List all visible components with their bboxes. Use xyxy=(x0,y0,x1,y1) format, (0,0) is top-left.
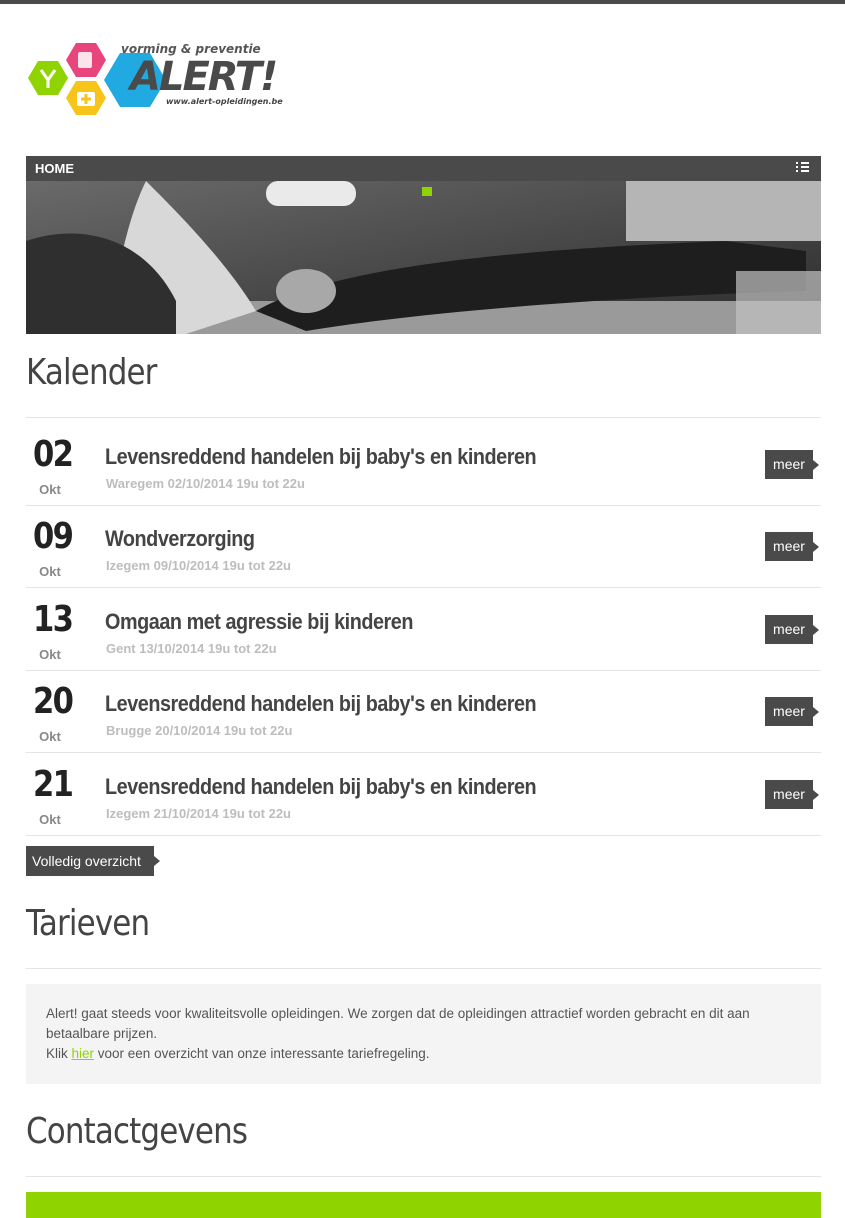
event-meta: Izegem 09/10/2014 19u tot 22u xyxy=(106,558,291,573)
calendar-event: 20 Okt Levensreddend handelen bij baby's… xyxy=(26,671,821,753)
alert-logo[interactable]: vorming & preventie ALERT! www.alert-opl… xyxy=(26,40,296,138)
nav-home-link[interactable]: HOME xyxy=(35,161,74,176)
meer-button[interactable]: meer xyxy=(765,780,819,809)
event-month: Okt xyxy=(39,812,61,827)
section-title-kalender: Kalender xyxy=(26,352,157,393)
tarieven-hier-link[interactable]: hier xyxy=(72,1046,95,1061)
event-meta: Izegem 21/10/2014 19u tot 22u xyxy=(106,806,291,821)
logo-wordmark: ALERT! xyxy=(130,54,278,100)
calendar-event: 02 Okt Levensreddend handelen bij baby's… xyxy=(26,424,821,506)
event-meta: Waregem 02/10/2014 19u tot 22u xyxy=(106,476,305,491)
event-meta: Gent 13/10/2014 19u tot 22u xyxy=(106,641,277,656)
hero-image xyxy=(26,181,821,334)
section-title-tarieven: Tarieven xyxy=(26,903,150,944)
event-month: Okt xyxy=(39,482,61,497)
calendar-event: 09 Okt Wondverzorging Izegem 09/10/2014 … xyxy=(26,506,821,588)
divider xyxy=(26,1176,821,1177)
meer-button[interactable]: meer xyxy=(765,450,819,479)
logo-url: www.alert-opleidingen.be xyxy=(166,97,283,106)
meer-button[interactable]: meer xyxy=(765,532,819,561)
event-meta: Brugge 20/10/2014 19u tot 22u xyxy=(106,723,293,738)
calendar-event: 21 Okt Levensreddend handelen bij baby's… xyxy=(26,754,821,836)
event-month: Okt xyxy=(39,647,61,662)
contact-green-bar xyxy=(26,1192,821,1218)
divider xyxy=(26,587,821,588)
main-nav: HOME xyxy=(26,156,821,181)
top-bar xyxy=(0,0,845,4)
slider-indicator[interactable] xyxy=(422,187,432,196)
hero-photo xyxy=(26,181,821,334)
event-day: 02 xyxy=(33,434,74,475)
event-title[interactable]: Wondverzorging xyxy=(105,526,255,552)
list-icon[interactable] xyxy=(796,162,809,173)
event-day: 13 xyxy=(33,599,74,640)
event-title[interactable]: Omgaan met agressie bij kinderen xyxy=(105,609,413,635)
tarieven-box: Alert! gaat steeds voor kwaliteitsvolle … xyxy=(26,984,821,1084)
event-title[interactable]: Levensreddend handelen bij baby's en kin… xyxy=(105,774,537,800)
divider xyxy=(26,417,821,418)
event-title[interactable]: Levensreddend handelen bij baby's en kin… xyxy=(105,691,537,717)
calendar-event: 13 Okt Omgaan met agressie bij kinderen … xyxy=(26,589,821,671)
tarieven-text: Alert! gaat steeds voor kwaliteitsvolle … xyxy=(46,1006,750,1041)
meer-button[interactable]: meer xyxy=(765,615,819,644)
event-month: Okt xyxy=(39,729,61,744)
full-overview-button[interactable]: Volledig overzicht xyxy=(26,846,160,876)
event-day: 20 xyxy=(33,681,74,722)
event-month: Okt xyxy=(39,564,61,579)
event-title[interactable]: Levensreddend handelen bij baby's en kin… xyxy=(105,444,537,470)
section-title-contact: Contactgevens xyxy=(26,1111,248,1152)
meer-button[interactable]: meer xyxy=(765,697,819,726)
divider xyxy=(26,968,821,969)
divider xyxy=(26,835,821,836)
event-day: 09 xyxy=(33,516,74,557)
tarieven-link-line: Klik hier voor een overzicht van onze in… xyxy=(46,1046,430,1061)
event-day: 21 xyxy=(33,764,74,805)
divider xyxy=(26,752,821,753)
